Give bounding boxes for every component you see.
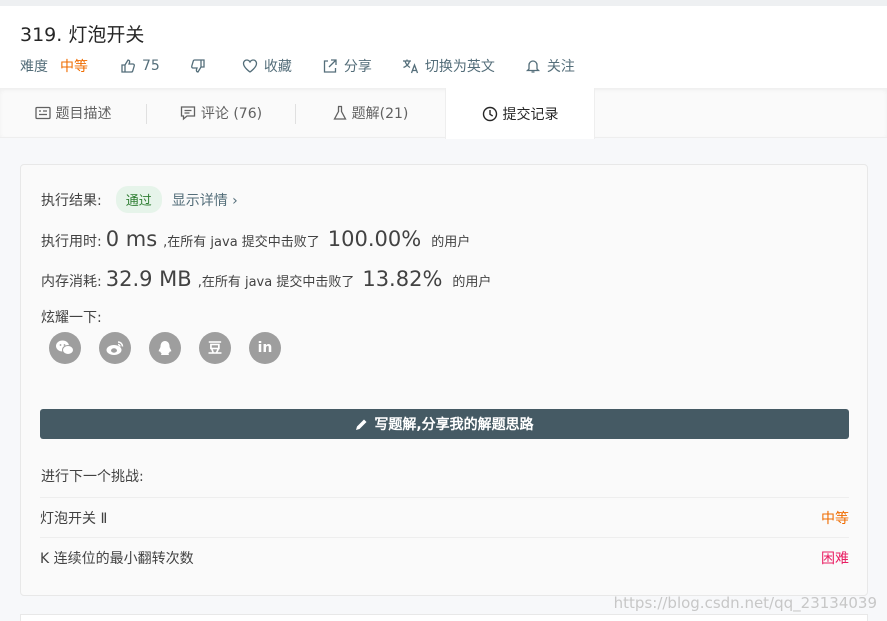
next-challenge-difficulty: 困难 bbox=[821, 550, 849, 567]
difficulty-badge: 中等 bbox=[60, 59, 88, 75]
qq-share-button[interactable] bbox=[149, 332, 181, 364]
runtime-row: 执行用时: 0 ms ,在所有 java 提交中击败了 100.00% 的用户 bbox=[41, 227, 470, 251]
follow-label: 关注 bbox=[546, 59, 575, 75]
next-challenge-label: 进行下一个挑战: bbox=[41, 469, 144, 485]
like-button[interactable]: 75 bbox=[120, 58, 160, 74]
show-details-link[interactable]: 显示详情 › bbox=[172, 190, 238, 210]
heart-icon bbox=[242, 59, 257, 73]
description-icon bbox=[34, 106, 51, 120]
next-challenge-name[interactable]: 灯泡开关 Ⅱ bbox=[40, 508, 107, 528]
submission-result-card: 执行结果: 通过 显示详情 › 执行用时: 0 ms ,在所有 java 提交中… bbox=[20, 164, 868, 596]
tab-description-label: 题目描述 bbox=[55, 106, 112, 122]
pencil-icon bbox=[356, 419, 367, 430]
share-icon bbox=[323, 59, 337, 73]
status-badge: 通过 bbox=[115, 186, 162, 213]
problem-title: 319. 灯泡开关 bbox=[20, 24, 145, 46]
translate-icon bbox=[402, 59, 418, 74]
memory-label: 内存消耗: bbox=[41, 274, 102, 290]
problem-meta-bar: 难度 中等 75 收藏 分享 切换为英文 关注 bbox=[20, 56, 605, 76]
weibo-icon bbox=[106, 341, 124, 355]
linkedin-icon: in bbox=[257, 340, 273, 356]
runtime-percent: 100.00% bbox=[327, 227, 422, 251]
linkedin-share-button[interactable]: in bbox=[249, 332, 281, 364]
qq-icon bbox=[158, 341, 172, 355]
favorite-button[interactable]: 收藏 bbox=[242, 56, 292, 76]
wechat-share-button[interactable] bbox=[49, 332, 81, 364]
next-section-edge bbox=[20, 614, 868, 621]
share-prompt-label: 炫耀一下: bbox=[41, 310, 102, 326]
switch-language-label: 切换为英文 bbox=[424, 59, 495, 75]
douban-share-button[interactable]: 豆 bbox=[199, 332, 231, 364]
wechat-icon bbox=[56, 340, 74, 355]
share-prompt: 炫耀一下: bbox=[41, 307, 102, 327]
like-count: 75 bbox=[142, 58, 160, 74]
bell-icon bbox=[525, 60, 540, 73]
next-challenge-name[interactable]: K 连续位的最小翻转次数 bbox=[40, 548, 194, 568]
switch-language-button[interactable]: 切换为英文 bbox=[402, 56, 495, 76]
thumbs-up-icon bbox=[121, 59, 135, 73]
memory-suffix: 的用户 bbox=[452, 275, 492, 290]
memory-text: ,在所有 java 提交中击败了 bbox=[197, 275, 355, 290]
dislike-button[interactable] bbox=[190, 58, 212, 74]
clock-icon bbox=[482, 106, 497, 121]
flask-icon bbox=[333, 105, 347, 120]
tab-submissions[interactable]: 提交记录 bbox=[445, 88, 595, 139]
next-challenge-item[interactable]: K 连续位的最小翻转次数 困难 bbox=[40, 537, 849, 577]
tab-comments[interactable]: 评论 (76) bbox=[147, 88, 295, 138]
difficulty-label: 难度 bbox=[20, 59, 48, 75]
runtime-value: 0 ms bbox=[105, 227, 158, 251]
share-label: 分享 bbox=[343, 59, 372, 75]
result-row: 执行结果: 通过 显示详情 › bbox=[41, 186, 238, 213]
tab-description[interactable]: 题目描述 bbox=[0, 88, 146, 138]
next-challenge-difficulty: 中等 bbox=[821, 510, 849, 527]
douban-icon: 豆 bbox=[208, 341, 222, 357]
tab-submissions-label: 提交记录 bbox=[502, 106, 559, 123]
comment-icon bbox=[180, 106, 196, 121]
runtime-text: ,在所有 java 提交中击败了 bbox=[163, 235, 320, 250]
weibo-share-button[interactable] bbox=[99, 332, 131, 364]
memory-value: 32.9 MB bbox=[105, 267, 192, 291]
write-solution-label: 写题解,分享我的解题思路 bbox=[374, 417, 534, 433]
watermark: https://blog.csdn.net/qq_23134039 bbox=[613, 594, 877, 612]
next-challenge-item[interactable]: 灯泡开关 Ⅱ 中等 bbox=[40, 497, 849, 537]
memory-row: 内存消耗: 32.9 MB ,在所有 java 提交中击败了 13.82% 的用… bbox=[41, 267, 491, 291]
problem-tabs: 题目描述 评论 (76) 题解(21) 提交记录 bbox=[0, 88, 887, 139]
memory-percent: 13.82% bbox=[362, 267, 443, 291]
share-button[interactable]: 分享 bbox=[322, 56, 372, 76]
runtime-suffix: 的用户 bbox=[431, 235, 471, 250]
thumbs-down-icon bbox=[190, 59, 205, 73]
follow-button[interactable]: 关注 bbox=[525, 56, 575, 76]
social-share-bar: 豆 in bbox=[49, 332, 299, 364]
runtime-label: 执行用时: bbox=[41, 234, 102, 250]
tab-solutions[interactable]: 题解(21) bbox=[296, 88, 445, 138]
tab-solutions-label: 题解(21) bbox=[351, 106, 409, 122]
write-solution-button[interactable]: 写题解,分享我的解题思路 bbox=[40, 409, 849, 439]
tab-comments-label: 评论 (76) bbox=[200, 106, 263, 122]
favorite-label: 收藏 bbox=[263, 59, 292, 75]
result-label: 执行结果: bbox=[41, 192, 102, 209]
problem-header: 319. 灯泡开关 难度 中等 75 收藏 分享 切换为英文 关注 bbox=[0, 0, 887, 88]
